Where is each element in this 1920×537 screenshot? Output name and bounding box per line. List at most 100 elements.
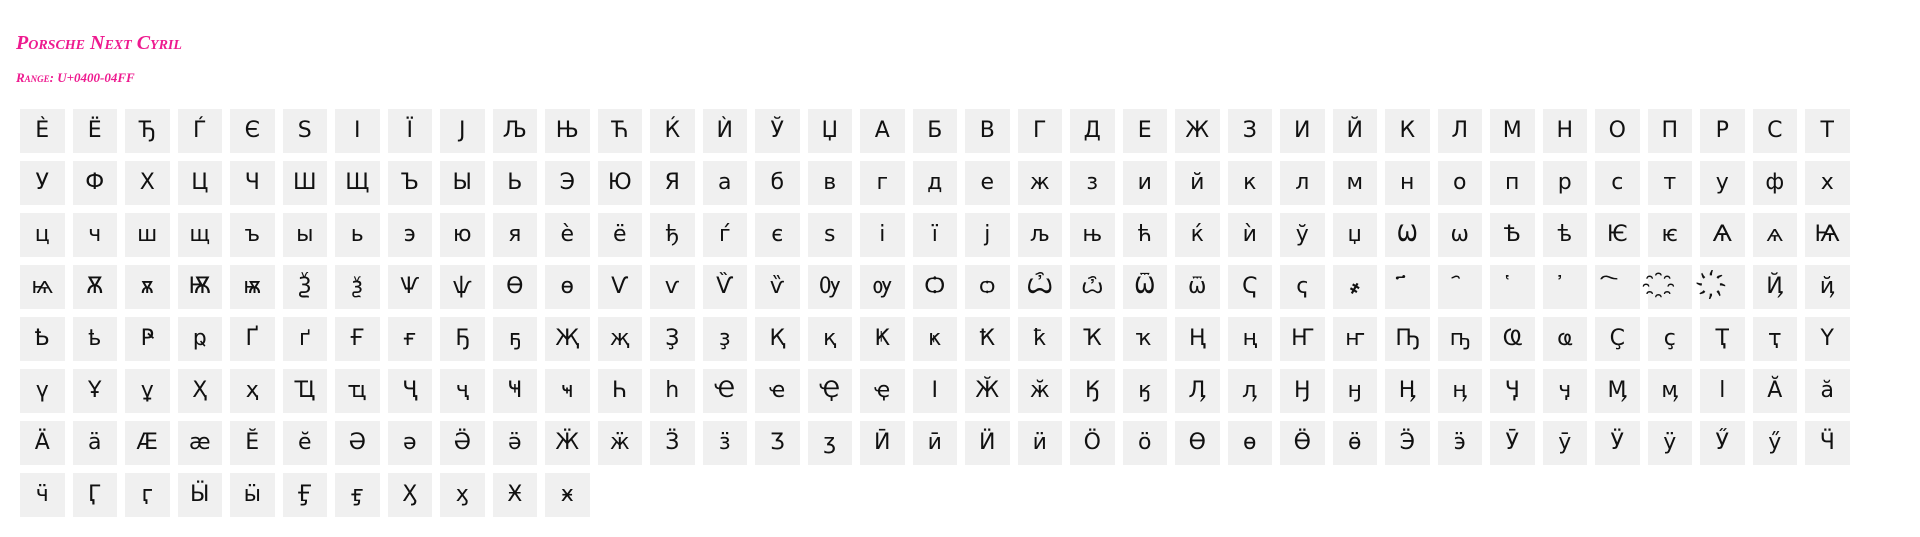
glyph-cell: Ѣ — [1490, 213, 1535, 257]
glyph-cell: Ь — [492, 161, 537, 205]
glyph-cell: Щ — [335, 161, 380, 205]
glyph-cell: ҃ — [1385, 265, 1430, 309]
glyph-cell: Ҧ — [1385, 317, 1430, 361]
glyph-cell: ѡ — [1437, 213, 1482, 257]
glyph-cell: Ѝ — [702, 109, 747, 153]
glyph-cell: Ѹ — [807, 265, 852, 309]
glyph-cell: ҿ — [860, 369, 905, 413]
glyph-cell: њ — [1070, 213, 1115, 257]
glyph-cell: Ђ — [125, 109, 170, 153]
glyph-cell: ӛ — [492, 421, 537, 465]
glyph-cell: Й — [1332, 109, 1377, 153]
glyph-cell: Ҹ — [492, 369, 537, 413]
glyph-cell: ӝ — [597, 421, 642, 465]
glyph-cell: ѣ — [1542, 213, 1587, 257]
glyph-cell: к — [1227, 161, 1272, 205]
glyph-cell: Т — [1805, 109, 1850, 153]
glyph-cell: ӧ — [1122, 421, 1167, 465]
glyph-cell: д — [912, 161, 957, 205]
glyph-cell: Ӈ — [1280, 369, 1325, 413]
glyph-cell: ӥ — [1017, 421, 1062, 465]
glyph-cell: Ӷ — [72, 473, 117, 517]
glyph-cell: Ӥ — [965, 421, 1010, 465]
glyph-cell: Ѫ — [72, 265, 117, 309]
glyph-cell: С — [1752, 109, 1797, 153]
glyph-cell: Ѡ — [1385, 213, 1430, 257]
glyph-cell: Ӕ — [125, 421, 170, 465]
glyph-cell: Б — [912, 109, 957, 153]
glyph-cell: у — [1700, 161, 1745, 205]
glyph-cell: Ӻ — [282, 473, 327, 517]
glyph-cell: ӭ — [1437, 421, 1482, 465]
glyph-cell: Ӝ — [545, 421, 590, 465]
glyph-cell: ӗ — [282, 421, 327, 465]
glyph-cell: Ӎ — [1595, 369, 1640, 413]
glyph-cell: Ӭ — [1385, 421, 1430, 465]
glyph-cell: Ӽ — [387, 473, 432, 517]
glyph-cell: в — [807, 161, 852, 205]
glyph-cell: ъ — [230, 213, 275, 257]
glyph-cell: Ѱ — [387, 265, 432, 309]
glyph-cell: Ѳ — [492, 265, 537, 309]
glyph-cell: Я — [650, 161, 695, 205]
glyph-cell: Ќ — [650, 109, 695, 153]
glyph-cell: ӣ — [912, 421, 957, 465]
glyph-cell: ҉ — [1700, 265, 1745, 309]
glyph-cell: л — [1280, 161, 1325, 205]
glyph-cell: Ҕ — [440, 317, 485, 361]
glyph-cell: ѳ — [545, 265, 590, 309]
glyph-cell: ҹ — [545, 369, 590, 413]
glyph-cell: Ҙ — [650, 317, 695, 361]
glyph-cell: Ӫ — [1280, 421, 1325, 465]
glyph-cell: Ҵ — [282, 369, 327, 413]
glyph-cell: Н — [1542, 109, 1587, 153]
glyph-cell: є — [755, 213, 800, 257]
glyph-cell: Ӟ — [650, 421, 695, 465]
glyph-cell: ѭ — [230, 265, 275, 309]
glyph-cell: ш — [125, 213, 170, 257]
glyph-cell: Ѩ — [1805, 213, 1850, 257]
glyph-cell: Ӑ — [1752, 369, 1797, 413]
glyph-cell: ӯ — [1542, 421, 1587, 465]
glyph-cell: ҆ — [1542, 265, 1587, 309]
glyph-cell: ӑ — [1805, 369, 1850, 413]
glyph-cell: Ц — [177, 161, 222, 205]
glyph-cell: ө — [1227, 421, 1272, 465]
glyph-cell: ѧ — [1752, 213, 1797, 257]
glyph-cell: Ҥ — [1280, 317, 1325, 361]
glyph-cell: ӄ — [1122, 369, 1167, 413]
glyph-cell: ћ — [1122, 213, 1167, 257]
glyph-cell: қ — [807, 317, 852, 361]
glyph-cell: ѱ — [440, 265, 485, 309]
glyph-cell: В — [965, 109, 1010, 153]
glyph-cell: ҏ — [177, 317, 222, 361]
glyph-cell: Ў — [755, 109, 800, 153]
glyph-cell: Ӆ — [1175, 369, 1220, 413]
glyph-cell: Ш — [282, 161, 327, 205]
glyph-cell: Ҝ — [860, 317, 905, 361]
glyph-cell: Ѓ — [177, 109, 222, 153]
glyph-cell: И — [1280, 109, 1325, 153]
glyph-cell: ҟ — [1017, 317, 1062, 361]
glyph-cell: Є — [230, 109, 275, 153]
glyph-cell: ә — [387, 421, 432, 465]
glyph-cell: Г — [1017, 109, 1062, 153]
glyph-cell: К — [1385, 109, 1430, 153]
glyph-cell: ҈ — [1647, 265, 1692, 309]
glyph-cell: Ӏ — [912, 369, 957, 413]
glyph-cell: Ӳ — [1700, 421, 1745, 465]
glyph-cell: Ћ — [597, 109, 642, 153]
glyph-cell: Ӛ — [440, 421, 485, 465]
glyph-cell: ү — [20, 369, 65, 413]
glyph-cell: х — [1805, 161, 1850, 205]
glyph-cell: Ӄ — [1070, 369, 1115, 413]
glyph-cell: ӕ — [177, 421, 222, 465]
glyph-cell: ӷ — [125, 473, 170, 517]
glyph-cell: Ѐ — [20, 109, 65, 153]
glyph-cell: ҡ — [1122, 317, 1167, 361]
glyph-cell: ӂ — [1017, 369, 1062, 413]
glyph-cell: т — [1647, 161, 1692, 205]
glyph-cell: ӈ — [1332, 369, 1377, 413]
glyph-cell: і — [860, 213, 905, 257]
glyph-cell: ѕ — [807, 213, 852, 257]
